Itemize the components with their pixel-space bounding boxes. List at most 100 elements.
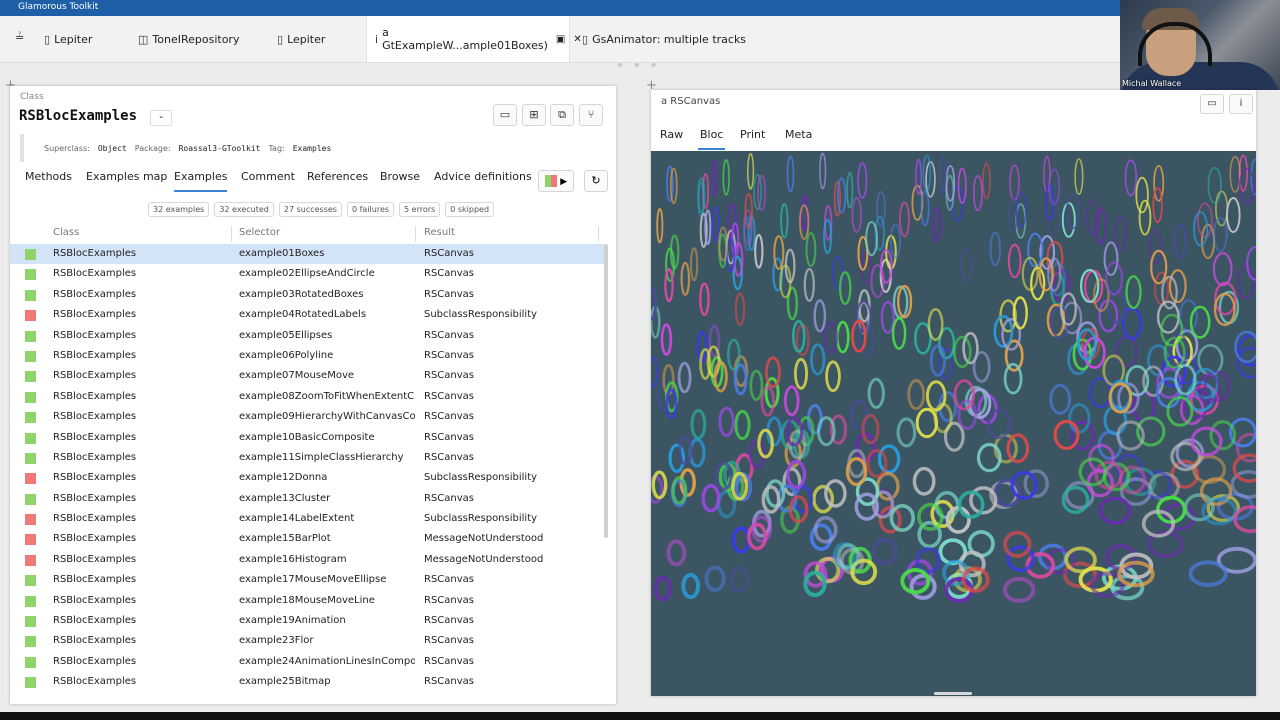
canvas-ellipse [1068, 403, 1091, 434]
tab-label: Lepiter [54, 32, 93, 46]
canvas-ellipse [1192, 454, 1227, 485]
status-swatch [25, 514, 36, 526]
stat-errors[interactable]: 5 errors [399, 202, 441, 217]
stat-successes[interactable]: 27 successes [278, 202, 342, 217]
canvas-ellipse [1061, 301, 1083, 335]
table-row[interactable]: RSBlocExamples example12Donna SubclassResp… [10, 468, 604, 488]
row-selector: example06Polyline [239, 349, 334, 361]
column-divider [598, 226, 599, 242]
row-class: RSBlocExamples [53, 370, 137, 382]
tab-advice-definitions[interactable]: Advice definitions [434, 170, 532, 183]
superclass-value[interactable]: Object [98, 144, 127, 153]
table-row[interactable]: RSBlocExamples example02EllipseAndCircle R… [10, 264, 604, 284]
tab-print[interactable]: Print [740, 128, 765, 141]
table-row[interactable]: RSBlocExamples example13Cluster RSCanvas [10, 489, 604, 509]
tag-value[interactable]: Examples [293, 144, 332, 153]
table-row[interactable]: RSBlocExamples example10BasicComposite RSC… [10, 428, 604, 448]
canvas-ellipse [960, 247, 973, 283]
book-icon[interactable]: ▭ [493, 104, 517, 126]
stat-examples[interactable]: 32 examples [148, 202, 210, 217]
menu-icon[interactable]: ≟ [15, 31, 24, 44]
tab-repository[interactable]: ◫ ToneIRepository [138, 16, 239, 62]
canvas-ellipse [1189, 305, 1211, 339]
canvas-ellipse [726, 338, 741, 371]
status-swatch [25, 350, 36, 362]
roassal-canvas[interactable] [651, 151, 1256, 696]
table-row[interactable]: RSBlocExamples example18MouseMoveLine RSCa… [10, 591, 604, 611]
table-row[interactable]: RSBlocExamples example01Boxes RSCanvas [10, 244, 604, 265]
status-swatch [25, 412, 36, 424]
branch-icon[interactable]: ⑂ [579, 104, 603, 126]
table-header: Class Selector Result [10, 224, 604, 244]
row-result: RSCanvas [424, 349, 474, 361]
table-row[interactable]: RSBlocExamples example06Polyline RSCanvas [10, 346, 604, 366]
tab-raw[interactable]: Raw [660, 128, 683, 141]
maximize-icon[interactable]: ▣ [556, 34, 565, 45]
canvas-ellipse [653, 575, 672, 602]
canvas-ellipse [876, 191, 886, 228]
row-class: RSBlocExamples [53, 594, 137, 606]
tab-examples-map[interactable]: Examples map [86, 170, 167, 183]
row-result: SubclassResponsibility [424, 513, 538, 525]
table-row[interactable]: RSBlocExamples example25Bitmap RSCanvas [10, 672, 604, 692]
page-icon: ▯ [44, 32, 51, 46]
tab-methods[interactable]: Methods [25, 170, 72, 183]
column-result[interactable]: Result [424, 227, 455, 238]
info-icon[interactable]: i [1229, 94, 1253, 114]
tab-browse[interactable]: Browse [380, 170, 420, 183]
canvas-ellipse [765, 479, 786, 508]
table-row[interactable]: RSBlocExamples example16Histogram MessageN… [10, 550, 604, 570]
status-swatch [25, 269, 36, 281]
close-icon[interactable]: ✕ [573, 34, 581, 45]
table-row[interactable]: RSBlocExamples example19Animation RSCanvas [10, 611, 604, 631]
table-row[interactable]: RSBlocExamples example03RotatedBoxes RSCan… [10, 285, 604, 305]
row-result: RSCanvas [424, 431, 474, 443]
package-value[interactable]: Roassal3-GToolkit [179, 144, 261, 153]
collapse-button[interactable]: - [150, 110, 172, 126]
stat-failures[interactable]: 0 failures [346, 202, 395, 217]
tab-lepiter-2[interactable]: ▯ Lepiter [277, 16, 325, 62]
stat-executed[interactable]: 32 executed [214, 202, 274, 217]
status-swatch [25, 289, 36, 301]
table-row[interactable]: RSBlocExamples example07MouseMove RSCanvas [10, 366, 604, 386]
table-row[interactable]: RSBlocExamples example08ZoomToFitWhenExte… [10, 387, 604, 407]
tab-bloc[interactable]: Bloc [697, 128, 726, 150]
canvas-ellipse [1074, 158, 1084, 196]
table-row[interactable]: RSBlocExamples example04RotatedLabels Subc… [10, 305, 604, 325]
tab-comment[interactable]: Comment [241, 170, 295, 183]
canvas-ellipse [746, 152, 755, 190]
refresh-icon[interactable]: ↻ [584, 170, 608, 192]
resize-handle[interactable] [934, 692, 972, 695]
table-row[interactable]: RSBlocExamples example15BarPlot MessageNot… [10, 529, 604, 549]
stat-skipped[interactable]: 0 skipped [445, 202, 495, 217]
tab-animator[interactable]: ▯ GsAnimator: multiple tracks [582, 16, 746, 62]
tab-lepiter-1[interactable]: ▯ Lepiter [44, 16, 92, 62]
canvas-ellipse [1009, 164, 1020, 202]
status-swatch [25, 391, 36, 403]
table-scrollbar[interactable] [604, 244, 608, 538]
table-row[interactable]: RSBlocExamples example05Ellipses RSCanvas [10, 326, 604, 346]
run-examples-button[interactable]: ▶ [538, 170, 574, 192]
column-selector[interactable]: Selector [239, 227, 280, 238]
hierarchy-icon[interactable]: ⊞ [522, 104, 546, 126]
canvas-ellipse [917, 502, 944, 531]
table-row[interactable]: RSBlocExamples example11SimpleClassHierar… [10, 448, 604, 468]
canvas-ellipse [1226, 197, 1241, 233]
pane-dots: • • • [616, 58, 660, 74]
tab-example-inspector[interactable]: i a GtExampleW...ample01Boxes) ▣ ✕ [366, 16, 582, 62]
table-row[interactable]: RSBlocExamples example23Flor RSCanvas [10, 631, 604, 651]
canvas-ellipse [891, 317, 907, 350]
page-icon: ▯ [277, 32, 284, 46]
table-row[interactable]: RSBlocExamples example24AnimationLinesInC… [10, 652, 604, 672]
table-row[interactable]: RSBlocExamples example14LabelExtent Subcla… [10, 509, 604, 529]
row-selector: example24AnimationLinesInComposit [239, 655, 415, 667]
copy-icon[interactable]: ⧉ [550, 104, 574, 126]
table-row[interactable]: RSBlocExamples example17MouseMoveEllipse R… [10, 570, 604, 590]
canvas-ellipse [1207, 166, 1222, 204]
column-class[interactable]: Class [53, 227, 79, 238]
tab-references[interactable]: References [307, 170, 368, 183]
book-icon[interactable]: ▭ [1200, 94, 1224, 114]
tab-examples[interactable]: Examples [174, 170, 228, 192]
table-row[interactable]: RSBlocExamples example09HierarchyWithCanv… [10, 407, 604, 427]
tab-meta[interactable]: Meta [785, 128, 812, 141]
